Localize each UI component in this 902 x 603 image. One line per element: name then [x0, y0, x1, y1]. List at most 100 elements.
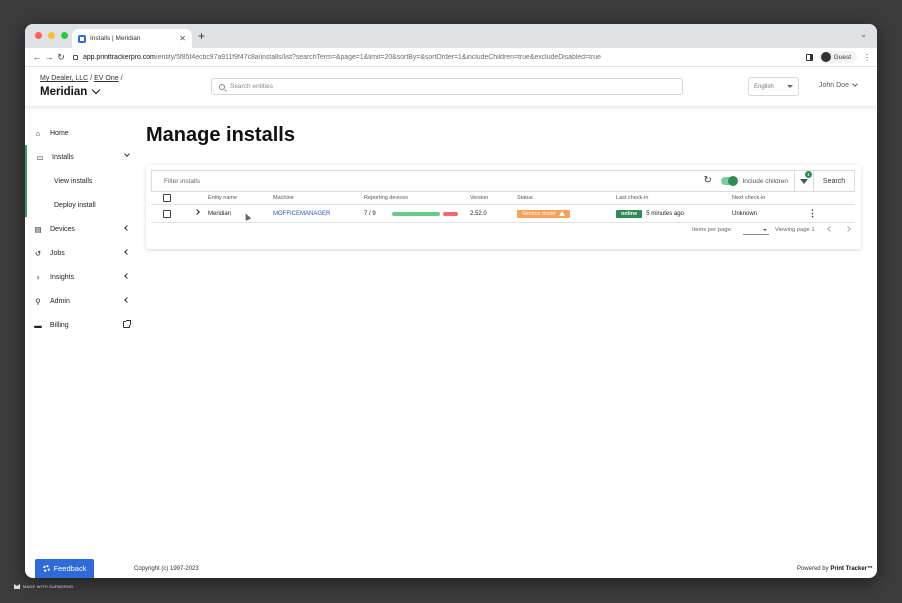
filter-installs-input[interactable]: Filter installs	[152, 178, 703, 185]
column-header-machine[interactable]: Machine	[273, 192, 294, 204]
chevron-left-icon	[124, 225, 130, 231]
browser-actions: Guest ⋮	[805, 51, 871, 63]
minimize-window-button[interactable]	[48, 32, 55, 39]
credit-card-icon: ▬	[34, 320, 42, 330]
status-label: Service mode	[522, 210, 556, 217]
row-checkbox[interactable]	[163, 205, 171, 222]
chevron-left-icon	[124, 297, 130, 303]
chevron-down-icon	[852, 81, 858, 87]
breadcrumb: My Dealer, LLC / EV One /	[40, 75, 123, 82]
reporting-devices-count: 7 / 9	[364, 210, 376, 217]
table-row[interactable]: Meridian MOFFICEMANAGER 7 / 9 2.52.0 Ser…	[151, 205, 855, 223]
close-window-button[interactable]	[35, 32, 42, 39]
refresh-icon[interactable]: ↻	[703, 176, 713, 186]
items-per-page-label: Items per page:	[692, 227, 733, 233]
column-header-reporting-devices[interactable]: Reporting devices	[364, 192, 408, 204]
sidebar: ⌂ Home ▭ Installs View installs Deploy i…	[25, 121, 135, 337]
expand-row-button[interactable]	[194, 205, 200, 222]
browser-tab[interactable]: Installs | Meridian ✕	[72, 29, 192, 48]
include-children-toggle[interactable]	[721, 176, 739, 186]
home-icon: ⌂	[35, 128, 41, 138]
sidebar-item-label: Insights	[50, 273, 75, 281]
breadcrumb-link-dealer[interactable]: My Dealer, LLC	[40, 75, 88, 82]
browser-menu-icon[interactable]: ⋮	[863, 53, 871, 62]
language-value: English	[754, 83, 774, 90]
supademo-logo-icon	[14, 584, 20, 589]
external-link-icon	[123, 320, 131, 328]
warning-icon	[558, 211, 565, 216]
sidebar-item-label: Devices	[50, 225, 75, 233]
user-menu[interactable]: John Doe	[819, 81, 858, 89]
url-path: /entity/5f85f4ecbc97a911f9f47c8a/install…	[155, 53, 601, 61]
machine-link[interactable]: MOFFICEMANAGER	[273, 205, 330, 222]
sidebar-item-home[interactable]: ⌂ Home	[25, 121, 135, 145]
sidebar-item-deploy-install[interactable]: Deploy install	[27, 193, 135, 217]
forward-arrow-icon[interactable]: →	[43, 52, 55, 62]
sidebar-item-billing[interactable]: ▬ Billing	[25, 313, 135, 337]
next-page-icon[interactable]	[845, 226, 851, 232]
filter-count-badge: 1	[805, 171, 812, 178]
entity-search-input[interactable]: Search entities	[211, 78, 683, 95]
sidebar-item-label: Home	[50, 129, 69, 137]
chevron-down-icon	[124, 151, 130, 157]
column-header-version[interactable]: Version	[470, 192, 488, 204]
row-menu-icon[interactable]: ⋮	[808, 205, 817, 222]
filter-toolbar: Filter installs ↻ Include children 1 Sea…	[151, 170, 855, 192]
sidebar-item-jobs[interactable]: ↺ Jobs	[25, 241, 135, 265]
search-button[interactable]: Search	[814, 178, 854, 185]
chevron-right-icon	[194, 208, 200, 215]
printer-icon: ▤	[34, 224, 42, 234]
copyright-text: Copyright (c) 1997-2023	[134, 566, 199, 572]
sidebar-item-installs[interactable]: ▭ Installs	[27, 145, 135, 169]
new-tab-button[interactable]: +	[198, 29, 205, 43]
wrench-icon: ⚲	[35, 296, 41, 306]
url-field[interactable]: app.printtrackerpro.com /entity/5f85f4ec…	[73, 54, 806, 61]
entity-selector[interactable]: Meridian	[40, 85, 101, 98]
language-select[interactable]: English	[748, 77, 799, 96]
reload-icon[interactable]: ↻	[55, 52, 67, 63]
watermark: MADE WITH SUPADEMO	[14, 584, 73, 589]
sidebar-item-view-installs[interactable]: View installs	[27, 169, 135, 193]
sidebar-item-label: Installs	[52, 153, 74, 161]
column-header-status[interactable]: Status	[517, 192, 533, 204]
status-badge: Service mode	[517, 209, 570, 218]
entity-name: Meridian	[40, 86, 88, 98]
status-cell: Service mode	[517, 205, 570, 222]
column-header-next-check-in[interactable]: Next check-in	[732, 192, 765, 204]
breadcrumb-separator: /	[90, 75, 93, 82]
browser-window: Installs | Meridian ✕ + ⌄ ← → ↻ app.prin…	[25, 24, 877, 578]
filter-icon	[800, 178, 808, 184]
breadcrumb-separator: /	[120, 75, 123, 82]
favicon-icon	[78, 34, 86, 43]
back-arrow-icon[interactable]: ←	[31, 52, 43, 62]
breadcrumb-link-ev-one[interactable]: EV One	[94, 75, 119, 82]
watermark-text: MADE WITH SUPADEMO	[23, 584, 74, 589]
chevron-down-icon	[92, 85, 101, 95]
column-header-entity-name[interactable]: Entity name	[208, 192, 237, 204]
select-all-checkbox[interactable]	[163, 192, 171, 204]
caret-down-icon	[763, 229, 767, 231]
filter-button[interactable]: 1	[795, 171, 813, 191]
profile-label: Guest	[833, 53, 851, 61]
column-header-last-check-in[interactable]: Last check-in	[616, 192, 648, 204]
profile-button[interactable]: Guest	[818, 51, 857, 63]
feedback-button[interactable]: Feedback	[35, 559, 94, 578]
table-header: Entity name Machine Reporting devices Ve…	[151, 192, 855, 205]
sidebar-item-insights[interactable]: ♀ Insights	[25, 265, 135, 289]
url-host: app.printtrackerpro.com	[83, 53, 156, 61]
lightbulb-icon: ♀	[35, 272, 41, 282]
tab-search-chevron-icon[interactable]: ⌄	[860, 30, 867, 39]
previous-page-icon[interactable]	[827, 226, 833, 232]
lock-icon	[73, 54, 78, 60]
sidebar-item-admin[interactable]: ⚲ Admin	[25, 289, 135, 313]
side-panel-icon[interactable]	[805, 53, 813, 61]
close-tab-icon[interactable]: ✕	[179, 34, 186, 43]
sidebar-item-devices[interactable]: ▤ Devices	[25, 217, 135, 241]
page-title: Manage installs	[146, 124, 295, 146]
powered-by: Powered by Print Tracker™	[797, 566, 873, 572]
reporting-bar-reporting	[392, 211, 440, 216]
maximize-window-button[interactable]	[61, 32, 68, 39]
items-per-page-select[interactable]	[743, 225, 769, 235]
search-icon	[219, 83, 225, 90]
monitor-icon: ▭	[36, 152, 44, 162]
